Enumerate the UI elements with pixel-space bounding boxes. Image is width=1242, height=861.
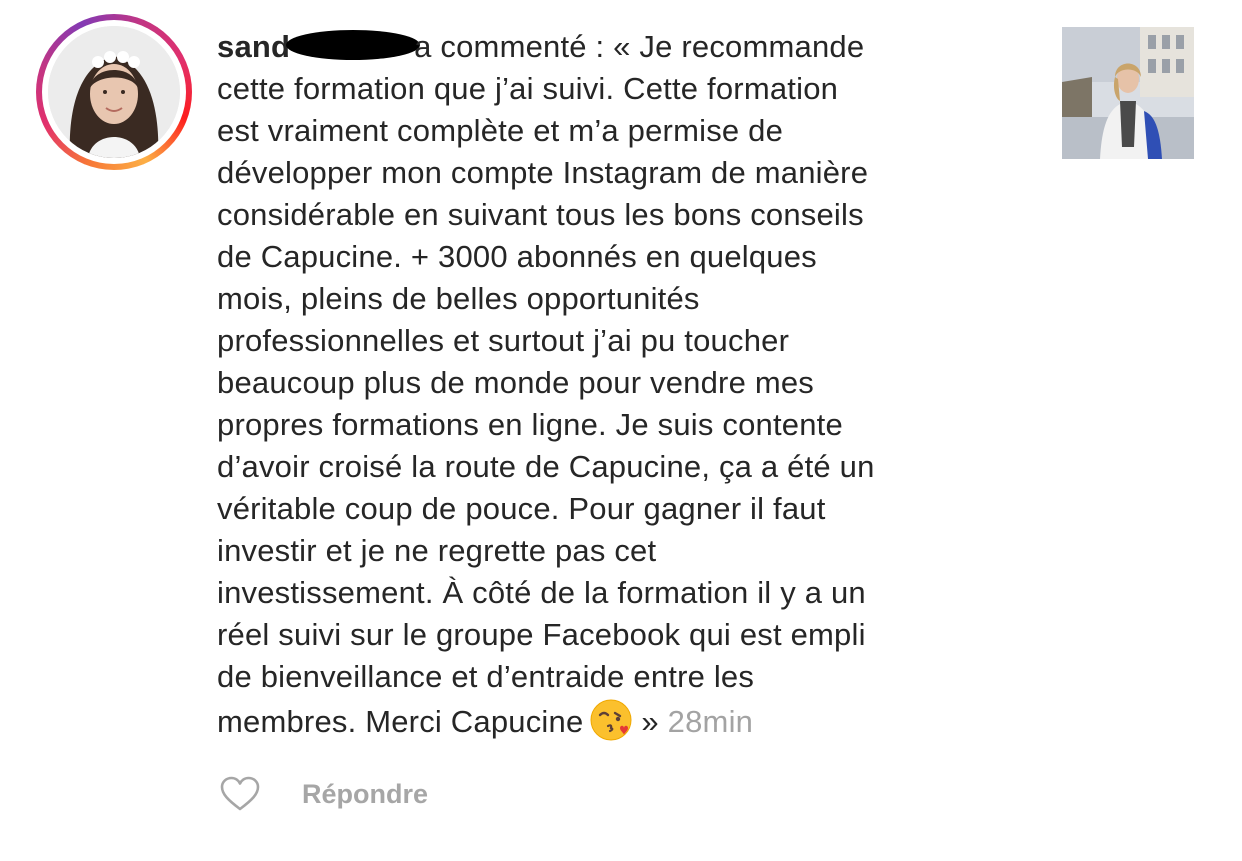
comment-text-line: a commenté : « Je recommande: [414, 29, 865, 64]
face-blowing-a-kiss-emoji: [590, 699, 632, 741]
avatar-story-ring[interactable]: [36, 14, 192, 170]
comment-body: sand a commenté : « Je recommande cette f…: [217, 26, 1017, 741]
comment-actions: Répondre: [220, 773, 428, 815]
reply-button[interactable]: Répondre: [302, 779, 428, 810]
comment-text-line: propres formations en ligne. Je suis con…: [217, 407, 843, 442]
comment-line-first: sand a commenté : « Je recommande: [217, 26, 1017, 68]
post-thumbnail-photo: [1062, 27, 1194, 159]
comment-text-line: considérable en suivant tous les bons co…: [217, 197, 864, 232]
avatar-photo: [48, 26, 180, 158]
username-link[interactable]: sand: [217, 29, 290, 64]
avatar[interactable]: [48, 26, 180, 158]
comment-text-line: cette formation que j’ai suivi. Cette fo…: [217, 71, 839, 106]
comment-timestamp[interactable]: 28min: [668, 704, 753, 739]
heart-outline-icon[interactable]: [220, 776, 260, 812]
comment-text-line: membres. Merci Capucine: [217, 704, 584, 739]
comment-line-last: membres. Merci Capucine » 28min: [217, 698, 1017, 741]
comment-text-line: de bienveillance et d’entraide entre les: [217, 659, 755, 694]
redacted-username-mark: [286, 30, 421, 60]
closing-quote: »: [641, 704, 659, 739]
comment-text-line: d’avoir croisé la route de Capucine, ça …: [217, 449, 875, 484]
comment-text-line: véritable coup de pouce. Pour gagner il …: [217, 491, 826, 526]
comment-text-line: développer mon compte Instagram de maniè…: [217, 155, 869, 190]
comment-text-line: beaucoup plus de monde pour vendre mes: [217, 365, 814, 400]
post-thumbnail[interactable]: [1062, 27, 1194, 159]
comment-text-line: investir et je ne regrette pas cet: [217, 533, 657, 568]
comment-text-line: réel suivi sur le groupe Facebook qui es…: [217, 617, 866, 652]
comment-text-line: de Capucine. + 3000 abonnés en quelques: [217, 239, 817, 274]
comment-text-line: professionnelles et surtout j’ai pu touc…: [217, 323, 790, 358]
comment-text-line: investissement. À côté de la formation i…: [217, 575, 866, 610]
comment-text-line: mois, pleins de belles opportunités: [217, 281, 700, 316]
comment-text-line: est vraiment complète et m’a permise de: [217, 113, 784, 148]
